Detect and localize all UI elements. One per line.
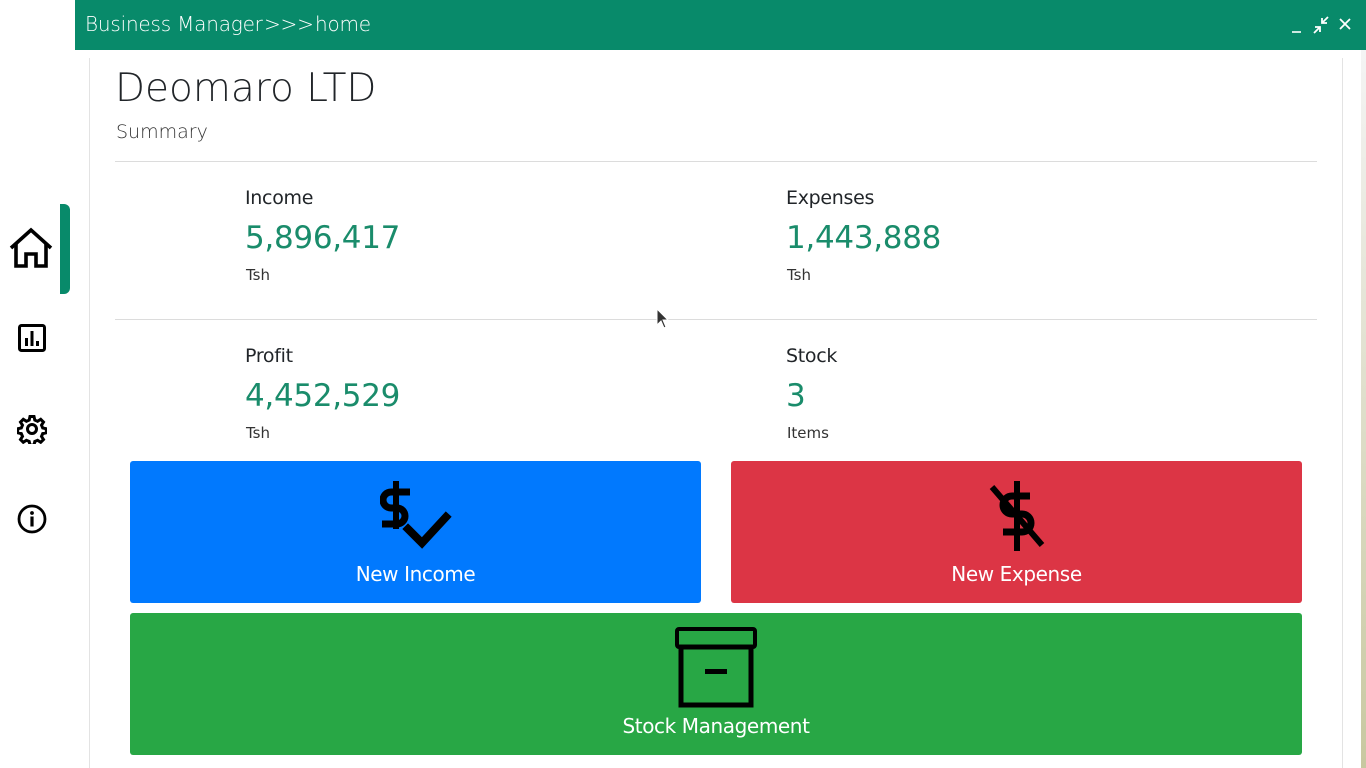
sidebar-item-reports[interactable] <box>0 324 75 354</box>
new-income-button[interactable]: New Income <box>130 461 701 603</box>
title-bar: Business Manager >>> home <box>75 0 1366 50</box>
income-value: 5,896,417 <box>245 220 401 256</box>
new-income-label: New Income <box>355 562 476 586</box>
app-name: Business Manager <box>85 12 263 36</box>
archive-box-icon <box>675 627 757 708</box>
sidebar-item-home[interactable] <box>0 226 75 272</box>
stock-management-label: Stock Management <box>622 714 810 738</box>
income-unit: Tsh <box>246 266 271 284</box>
divider <box>115 319 1317 320</box>
expenses-unit: Tsh <box>787 266 812 284</box>
section-subtitle: Summary <box>116 121 208 143</box>
expenses-value: 1,443,888 <box>786 220 942 256</box>
stock-label: Stock <box>786 345 838 367</box>
window-edge <box>1361 50 1366 768</box>
stock-management-button[interactable]: Stock Management <box>130 613 1302 755</box>
income-label: Income <box>245 187 314 209</box>
profit-unit: Tsh <box>246 424 271 442</box>
breadcrumb-separator: >>> <box>264 12 314 36</box>
stock-unit: Items <box>787 424 829 442</box>
sidebar-item-settings[interactable] <box>0 414 75 444</box>
new-expense-label: New Expense <box>951 562 1082 586</box>
gear-icon <box>17 415 47 444</box>
mouse-cursor-icon <box>656 308 670 329</box>
restore-button[interactable] <box>1311 14 1331 36</box>
minimize-button[interactable] <box>1288 14 1308 36</box>
close-button[interactable] <box>1335 14 1355 36</box>
divider <box>115 161 1317 162</box>
chart-icon <box>18 324 46 352</box>
sidebar <box>0 0 75 768</box>
compress-icon <box>1313 16 1329 34</box>
stock-value: 3 <box>786 378 806 414</box>
company-name: Deomaro LTD <box>115 66 377 111</box>
expenses-label: Expenses <box>786 187 875 209</box>
breadcrumb-page: home <box>315 12 371 36</box>
profit-label: Profit <box>245 345 293 367</box>
profit-value: 4,452,529 <box>245 378 401 414</box>
home-icon <box>9 227 53 268</box>
sidebar-item-about[interactable] <box>0 504 75 534</box>
info-icon <box>17 504 47 534</box>
close-icon <box>1339 18 1351 30</box>
minimize-icon <box>1292 31 1301 33</box>
dollar-slash-icon <box>989 481 1044 551</box>
dollar-check-icon <box>379 481 452 549</box>
new-expense-button[interactable]: New Expense <box>731 461 1302 603</box>
